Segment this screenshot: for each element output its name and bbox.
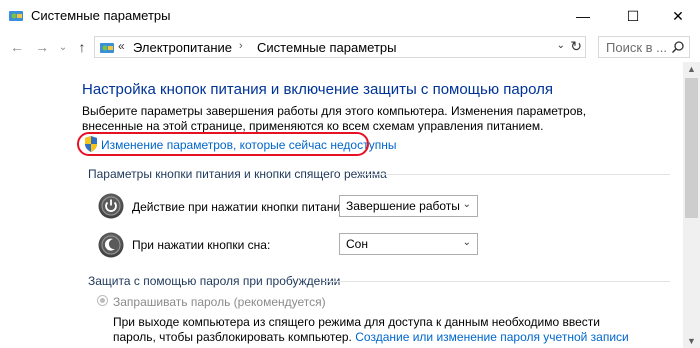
close-button[interactable]: ✕ — [655, 0, 700, 32]
chevron-down-icon: ⌄ — [462, 199, 471, 210]
page-title: Настройка кнопок питания и включение защ… — [82, 81, 553, 98]
password-section-title: Защита с помощью пароля при пробуждении — [88, 274, 341, 288]
vertical-scrollbar[interactable]: ▲ ▼ — [683, 62, 700, 348]
sleep-button-action-select[interactable]: Сон ⌄ — [339, 233, 478, 255]
control-panel-icon — [100, 43, 114, 53]
maximize-button[interactable]: ☐ — [610, 0, 656, 32]
address-dropdown-icon[interactable]: ⌄ — [557, 40, 565, 51]
chevron-down-icon: ⌄ — [462, 237, 471, 248]
power-buttons-section-title: Параметры кнопки питания и кнопки спящег… — [88, 167, 387, 181]
back-button[interactable]: ← — [8, 38, 26, 56]
sleep-button-action-label: При нажатии кнопки сна: — [132, 238, 271, 252]
require-password-label: Запрашивать пароль (рекомендуется) — [113, 295, 326, 309]
page-description: Выберите параметры завершения работы для… — [82, 104, 587, 133]
address-bar[interactable]: « Электропитание › Системные параметры ⌄… — [94, 36, 586, 58]
sleep-button-icon — [98, 232, 124, 258]
forward-button[interactable]: → — [33, 38, 51, 56]
section-divider — [325, 281, 670, 282]
power-button-action-label: Действие при нажатии кнопки питания: — [132, 200, 351, 214]
scroll-up-icon[interactable]: ▲ — [687, 64, 696, 74]
scroll-thumb[interactable] — [685, 78, 698, 218]
require-password-radio[interactable] — [97, 295, 108, 306]
require-password-description: При выходе компьютера из спящего режима … — [113, 315, 633, 345]
breadcrumb-separator[interactable]: › — [239, 40, 243, 52]
control-panel-icon — [9, 11, 23, 21]
scroll-down-icon[interactable]: ▼ — [687, 336, 696, 346]
power-button-action-value: Завершение работы — [346, 199, 460, 213]
search-box[interactable]: Поиск в ... — [598, 36, 690, 58]
breadcrumb-system-settings[interactable]: Системные параметры — [257, 40, 396, 55]
breadcrumb-overflow-chevron[interactable]: « — [118, 39, 125, 53]
search-icon[interactable] — [671, 40, 685, 54]
title-bar: Системные параметры — ☐ ✕ — [0, 0, 700, 32]
breadcrumb-power-options[interactable]: Электропитание — [133, 40, 232, 55]
recent-locations-dropdown[interactable]: ⌄ — [54, 38, 72, 56]
up-button[interactable]: ↑ — [73, 38, 91, 56]
search-placeholder: Поиск в ... — [606, 40, 667, 55]
power-button-icon — [98, 193, 124, 219]
section-divider — [360, 174, 670, 175]
content-area: Настройка кнопок питания и включение защ… — [0, 62, 683, 348]
power-button-action-select[interactable]: Завершение работы ⌄ — [339, 195, 478, 217]
minimize-button[interactable]: — — [560, 0, 606, 32]
window-title: Системные параметры — [31, 8, 171, 23]
refresh-icon[interactable]: ↻ — [570, 38, 582, 55]
navigation-bar: ← → ⌄ ↑ « Электропитание › Системные пар… — [0, 32, 700, 62]
highlight-circle — [77, 132, 369, 156]
create-change-password-link[interactable]: Создание или изменение пароля учетной за… — [355, 330, 629, 344]
sleep-button-action-value: Сон — [346, 237, 368, 251]
